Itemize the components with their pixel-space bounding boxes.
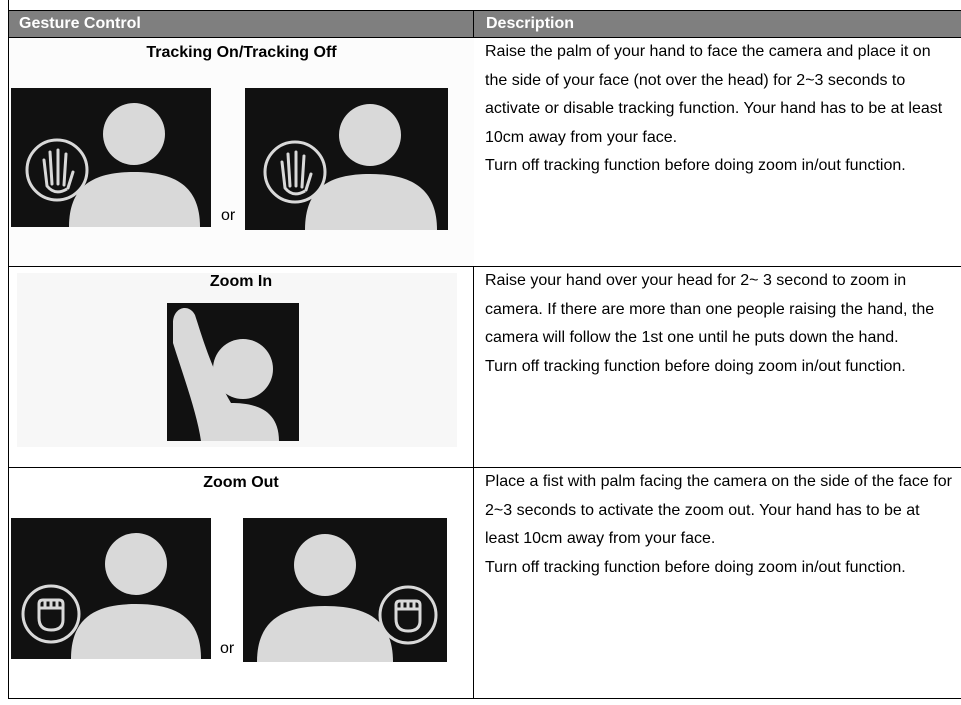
- gesture-cell-zoom-out: Zoom Out or: [8, 467, 474, 699]
- description-cell: Raise your hand over your head for 2~ 3 …: [473, 266, 961, 468]
- fist-icon: [243, 518, 447, 662]
- gesture-title: Zoom Out: [203, 474, 279, 491]
- table-row: Zoom Out or Place a fist with palm facin…: [8, 467, 961, 699]
- table-row: Zoom In Raise your hand over your head f…: [8, 266, 961, 468]
- header-description: Description: [473, 10, 961, 38]
- top-border-line: [8, 0, 9, 10]
- or-label: or: [220, 640, 235, 657]
- description-text: Raise the palm of your hand to face the …: [485, 43, 943, 146]
- description-cell: Place a fist with palm facing the camera…: [473, 467, 961, 699]
- fist-icon: [11, 518, 211, 659]
- or-label: or: [221, 207, 236, 224]
- raised-palm-icon: [245, 88, 448, 230]
- description-note: Turn off tracking function before doing …: [485, 357, 906, 375]
- table-row: Tracking On/Tracking Off or Raise the pa…: [8, 37, 961, 267]
- description-text: Place a fist with palm facing the camera…: [485, 473, 952, 548]
- gesture-table: Gesture Control Description Tracking On/…: [8, 10, 961, 699]
- description-text: Raise your hand over your head for 2~ 3 …: [485, 272, 935, 347]
- gesture-cell-zoom-in: Zoom In: [8, 266, 474, 468]
- gesture-cell-tracking: Tracking On/Tracking Off or: [8, 37, 474, 267]
- gesture-title: Zoom In: [209, 273, 273, 290]
- table-header-row: Gesture Control Description: [8, 10, 961, 38]
- description-note: Turn off tracking function before doing …: [485, 558, 906, 576]
- description-cell: Raise the palm of your hand to face the …: [473, 37, 961, 267]
- header-gesture-control: Gesture Control: [8, 10, 474, 38]
- description-note: Turn off tracking function before doing …: [485, 157, 906, 175]
- raised-palm-icon: [11, 88, 211, 227]
- gesture-title: Tracking On/Tracking Off: [146, 44, 337, 61]
- hand-over-head-icon: [167, 303, 299, 441]
